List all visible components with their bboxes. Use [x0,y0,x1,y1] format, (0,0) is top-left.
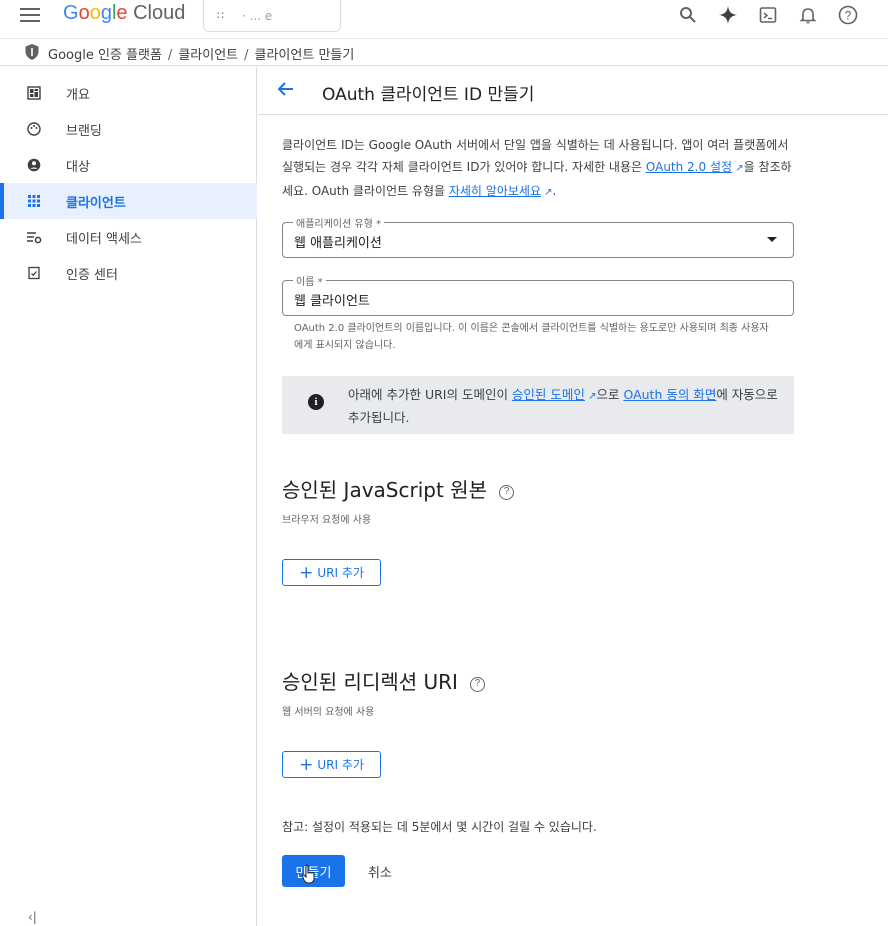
sidebar-item-verification-center[interactable]: 인증 센터 [0,255,257,291]
dashboard-icon [26,85,42,101]
domain-notice: i 아래에 추가한 URI의 도메인이 승인된 도메인 ↗으로 OAuth 동의… [282,376,794,434]
help-icon[interactable]: ? [498,485,514,500]
redirect-uris-title: 승인된 리디렉션 URI [282,670,458,694]
sidebar-item-audience[interactable]: 대상 [0,147,257,183]
breadcrumb-item-clients[interactable]: 클라이언트 [178,48,238,63]
project-name: · ... e [242,9,273,23]
sidebar-item-overview[interactable]: 개요 [0,75,257,111]
add-js-origin-uri-button[interactable]: + URI 추가 [282,559,381,586]
cancel-button[interactable]: 취소 [356,855,404,887]
oauth-settings-link[interactable]: OAuth 2.0 설정 [646,160,732,174]
authorized-domains-link[interactable]: 승인된 도메인 [512,387,585,402]
project-icon: ∷ [217,9,224,22]
client-name-label: 이름 * [293,273,326,288]
person-icon [26,157,42,173]
bell-icon[interactable] [788,4,828,26]
redirect-uris-section-title: 승인된 리디렉션 URI? [282,666,485,695]
hand-cursor-icon [302,864,315,884]
search-icon[interactable] [668,4,708,26]
sidebar-item-clients[interactable]: 클라이언트 [0,183,257,219]
breadcrumb-item-create-client: 클라이언트 만들기 [254,48,355,63]
project-picker[interactable]: ∷ · ... e [203,0,341,32]
dropdown-caret-icon [767,237,777,242]
oauth-consent-screen-link[interactable]: OAuth 동의 화면 [623,387,716,402]
page-header: OAuth 클라이언트 ID 만들기 [258,67,888,115]
redirect-uris-subtitle: 웹 서버의 요청에 사용 [282,707,375,718]
sidebar-item-label: 대상 [66,159,90,175]
sidebar-item-label: 클라이언트 [66,195,126,211]
js-origins-subtitle: 브라우저 요청에 사용 [282,515,372,526]
application-type-label: 애플리케이션 유형 * [293,215,384,230]
back-arrow-icon[interactable] [276,79,296,99]
external-link-icon: ↗ [540,187,553,198]
intro-text: 클라이언트 ID는 Google OAuth 서버에서 단일 앱을 식별하는 데… [282,134,792,204]
application-type-select[interactable]: 애플리케이션 유형 * 웹 애플리케이션 [282,215,794,258]
js-origins-section-title: 승인된 JavaScript 원본? [282,474,514,503]
sidebar-item-label: 개요 [66,87,90,103]
client-name-field[interactable]: 이름 * 웹 클라이언트 [282,273,794,316]
sidebar-item-label: 인증 센터 [66,267,118,283]
sidebar-item-data-access[interactable]: 데이터 액세스 [0,219,257,255]
help-icon[interactable]: ? [828,4,868,26]
client-name-hint: OAuth 2.0 클라이언트의 이름입니다. 이 이름은 콘솔에서 클라이언트… [294,323,769,351]
sidebar-item-label: 데이터 액세스 [66,231,142,247]
gemini-icon[interactable] [708,4,748,26]
external-link-icon: ↗ [584,391,597,402]
help-icon[interactable]: ? [469,677,485,692]
add-uri-label: URI 추가 [317,758,364,772]
data-settings-icon [26,229,42,245]
intro-text-part: . [552,184,557,198]
terminal-icon[interactable] [748,4,788,26]
svg-text:?: ? [845,9,852,23]
external-link-icon: ↗ [732,163,744,174]
notice-text-part: 으로 [596,387,624,402]
settings-delay-note: 참고: 설정이 적용되는 데 5분에서 몇 시간이 걸릴 수 있습니다. [282,820,597,834]
add-redirect-uri-button[interactable]: + URI 추가 [282,751,381,778]
learn-more-link[interactable]: 자세히 알아보세요 [449,184,541,198]
application-type-value: 웹 애플리케이션 [294,236,382,251]
breadcrumb-separator: / [244,48,249,63]
menu-icon[interactable] [20,6,40,22]
shield-icon [25,44,39,60]
plus-icon: + [299,754,314,775]
collapse-sidebar-icon[interactable]: ‹| [28,910,37,924]
google-cloud-logo[interactable]: Google Cloud [63,2,185,25]
main-content: 클라이언트 ID는 Google OAuth 서버에서 단일 앱을 식별하는 데… [258,116,888,926]
client-name-value: 웹 클라이언트 [294,294,370,309]
verified-icon [26,265,42,281]
sidebar-item-branding[interactable]: 브랜딩 [0,111,257,147]
js-origins-title: 승인된 JavaScript 원본 [282,478,487,502]
notice-text-part: 아래에 추가한 URI의 도메인이 [348,387,512,402]
breadcrumb: Google 인증 플랫폼 / 클라이언트 / 클라이언트 만들기 [0,38,888,66]
breadcrumb-separator: / [167,48,173,63]
palette-icon [26,121,42,137]
plus-icon: + [299,562,314,583]
grid-icon [26,193,42,209]
sidebar: 개요 브랜딩 대상 클라이언트 데이터 액세스 인증 센터 ‹| [0,67,257,926]
add-uri-label: URI 추가 [317,566,364,580]
logo-cloud-text: Cloud [133,2,186,24]
sidebar-item-label: 브랜딩 [66,123,102,139]
breadcrumb-item-auth-platform[interactable]: Google 인증 플랫폼 [48,48,162,63]
info-icon: i [308,394,324,410]
top-bar: Google Cloud ∷ · ... e ? [0,0,888,36]
page-title: OAuth 클라이언트 ID 만들기 [322,85,535,105]
